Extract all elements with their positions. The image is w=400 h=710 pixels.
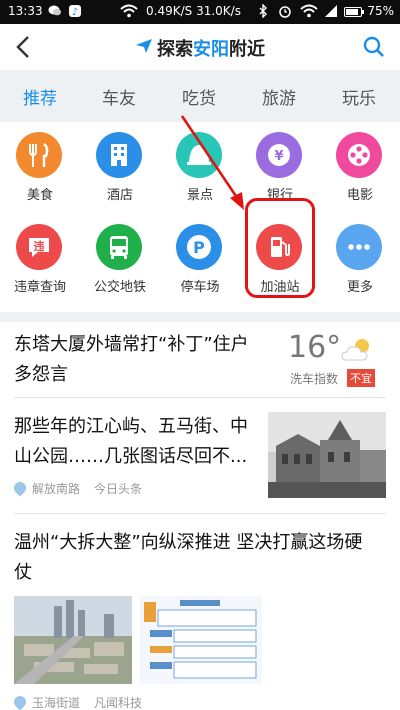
battery-icon	[344, 7, 364, 17]
wifi-icon	[120, 4, 138, 21]
search-icon	[363, 36, 384, 57]
grid-item-bus-subway[interactable]: 公交地铁	[80, 214, 160, 304]
wifi-signal-icon	[300, 4, 318, 21]
location-pin-icon	[11, 693, 29, 710]
bus-icon	[96, 224, 142, 270]
navigation-arrow-icon	[135, 38, 153, 58]
car-wash-badge: 不宜	[347, 369, 375, 387]
grid-item-violation-query[interactable]: 违 违章查询	[0, 214, 80, 304]
news-thumbnail-city-aerial[interactable]	[14, 596, 132, 684]
weather-temperature: 16°	[288, 330, 342, 365]
page-title: 探索安阳附近	[0, 35, 400, 61]
separator	[14, 397, 386, 398]
grid-item-more[interactable]: 更多	[320, 214, 400, 304]
search-button[interactable]	[362, 35, 386, 59]
tab-car-friends[interactable]: 车友	[84, 84, 154, 109]
grid-item-movie[interactable]: 电影	[320, 122, 400, 212]
news-thumbnail-blank[interactable]	[268, 596, 386, 684]
news-location: 玉海街道	[32, 696, 81, 710]
city-selector[interactable]: 安阳	[193, 39, 229, 60]
news-source: 凡闻科技	[94, 696, 143, 710]
news-item-1[interactable]: 东塔大厦外墙常打“补丁”住户 多怨言	[14, 330, 284, 390]
bluetooth-icon	[258, 3, 268, 21]
news-thumbnail-old-building[interactable]	[268, 412, 386, 498]
grid-item-food[interactable]: 美食	[0, 122, 80, 212]
grid-item-parking[interactable]: P 停车场	[160, 214, 240, 304]
news-source: 今日头条	[94, 482, 143, 496]
annotation-arrow	[180, 115, 244, 210]
news-thumbnail-flowchart[interactable]	[140, 596, 262, 684]
news-item-3[interactable]: 温州“大拆大整”向纵深推进 坚决打赢这场硬 仗	[14, 528, 394, 588]
tab-travel[interactable]: 旅游	[244, 84, 314, 109]
svg-text:P: P	[193, 238, 205, 257]
notification-icon: ♪	[68, 4, 82, 21]
svg-text:¥: ¥	[274, 149, 283, 164]
utensils-icon	[16, 132, 62, 178]
partly-cloudy-icon	[341, 339, 369, 361]
news-location: 解放南路	[32, 482, 81, 496]
divider	[0, 312, 400, 322]
location-pin-icon	[11, 479, 29, 497]
header: 探索安阳附近	[0, 24, 400, 70]
car-wash-index: 洗车指数	[290, 372, 339, 386]
news-meta: 解放南路 今日头条	[11, 479, 143, 497]
news-item-2[interactable]: 那些年的江心屿、五马街、中 山公园……几张图话尽回不...	[14, 412, 264, 472]
download-speed: 0.49K/S	[146, 4, 193, 18]
tab-recommend[interactable]: 推荐	[5, 84, 75, 109]
news-meta: 玉海街道 凡闻科技	[11, 693, 143, 710]
status-time: 13:33	[8, 4, 43, 18]
hotel-icon	[96, 132, 142, 178]
more-icon	[336, 224, 382, 270]
violation-icon: 违	[16, 224, 62, 270]
alarm-icon	[278, 4, 292, 21]
tab-fun[interactable]: 玩乐	[324, 84, 394, 109]
parking-icon: P	[176, 224, 222, 270]
wechat-icon	[48, 4, 62, 21]
annotation-highlight-box	[245, 198, 315, 298]
battery-percent: 75%	[367, 4, 394, 18]
cell-signal-icon	[324, 4, 338, 21]
grid-item-hotel[interactable]: 酒店	[80, 122, 160, 212]
yuan-icon: ¥	[256, 132, 302, 178]
svg-text:♪: ♪	[72, 7, 78, 18]
news-title: 温州“大拆大整”向纵深推进 坚决打赢这场硬	[14, 532, 363, 553]
film-reel-icon	[336, 132, 382, 178]
status-bar: 13:33 ♪ 0.49K/S 31.0K/s 75%	[0, 0, 400, 24]
news-title: 东塔大厦外墙常打“补丁”住户	[14, 334, 249, 355]
upload-speed: 31.0K/s	[196, 4, 241, 18]
news-title: 那些年的江心屿、五马街、中	[14, 416, 248, 437]
separator	[14, 513, 386, 514]
svg-text:违: 违	[34, 239, 45, 253]
tab-foodies[interactable]: 吃货	[164, 84, 234, 109]
